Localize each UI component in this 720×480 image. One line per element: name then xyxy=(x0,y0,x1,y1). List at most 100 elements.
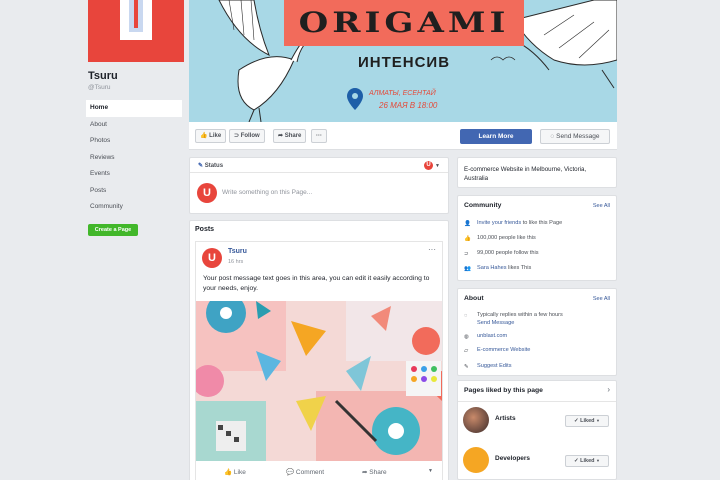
share-page-button[interactable]: ➦ Share xyxy=(273,129,307,143)
post-options-icon[interactable]: ··· xyxy=(428,245,436,254)
about-see-all[interactable]: See All xyxy=(593,296,610,302)
community-card: Community See All 👤 Invite your friends t… xyxy=(457,195,617,281)
origami-photo xyxy=(196,301,442,461)
messenger-icon: ◌ xyxy=(464,313,468,319)
post-avatar[interactable]: U xyxy=(202,248,222,268)
chevron-right-icon[interactable]: › xyxy=(607,385,610,394)
left-column: Tsuru @Tsuru Home About Photos Reviews E… xyxy=(0,0,190,480)
website-link[interactable]: unblast.com xyxy=(477,333,507,339)
cover-subtitle: ИНТЕНСИВ xyxy=(357,54,451,71)
status-input[interactable]: Write something on this Page... xyxy=(222,189,312,196)
cover-title: ORIGAMI xyxy=(298,6,510,40)
post-like-label: Like xyxy=(233,469,246,476)
cover-location: АЛМАТЫ, ЕСЕНТАЙ xyxy=(369,90,436,97)
about-send-message-link[interactable]: Send Message xyxy=(477,318,514,328)
liked-button[interactable]: ✓ Liked ▼ xyxy=(565,455,609,467)
page-name[interactable]: Tsuru xyxy=(88,70,118,82)
page-action-bar: 👍 Like ⊃ Follow ➦ Share ··· Learn More ◌… xyxy=(189,122,617,150)
about-card: About See All ◌ Typically replies within … xyxy=(457,288,617,376)
share-arrow-icon: ➦ xyxy=(362,469,368,476)
checkmark-icon: ✓ xyxy=(573,418,579,424)
nav-item-reviews[interactable]: Reviews xyxy=(86,150,182,167)
follow-label: Follow xyxy=(240,133,260,139)
category-link[interactable]: E-commerce Website xyxy=(477,347,530,353)
share-label: Share xyxy=(284,133,302,139)
page-nav: Home About Photos Reviews Events Posts C… xyxy=(86,100,182,216)
invite-friends-link[interactable]: Invite your friends xyxy=(477,220,521,226)
friend-likes-row: 👥 Sara Hahes likes This xyxy=(464,263,531,273)
liked-page-name[interactable]: Artists xyxy=(495,415,516,422)
composer-avatar: U xyxy=(197,183,217,203)
page-category-card: E-commerce Website in Melbourne, Victori… xyxy=(457,157,617,188)
likes-count-row: 👍 100,000 people like this xyxy=(464,233,536,243)
posts-heading: Posts xyxy=(195,226,215,233)
status-composer: ✎ Status U ▼ U Write something on this P… xyxy=(189,157,449,214)
messenger-icon: ◌ xyxy=(550,133,555,140)
chevron-down-icon: ▼ xyxy=(435,162,440,169)
send-message-button[interactable]: ◌ Send Message xyxy=(540,129,610,144)
website-row: ◍ unblast.com xyxy=(464,331,507,341)
friend-likes-text: likes This xyxy=(506,265,532,271)
small-avatar: U xyxy=(424,161,434,170)
pages-liked-card: Pages liked by this page › Artists ✓ Lik… xyxy=(457,380,617,480)
more-options-button[interactable]: ··· xyxy=(311,129,327,143)
checkmark-icon: ✓ xyxy=(573,458,579,464)
thumbs-up-icon: 👍 xyxy=(224,469,233,476)
friends-icon: 👥 xyxy=(464,266,471,272)
nav-item-photos[interactable]: Photos xyxy=(86,133,182,150)
cover-date: 26 МАЯ В 18:00 xyxy=(379,101,438,110)
post-timestamp[interactable]: 16 hrs xyxy=(228,259,243,265)
chevron-down-icon: ▼ xyxy=(596,458,600,463)
liked-page-name[interactable]: Developers xyxy=(495,455,530,462)
pencil-icon: ✎ xyxy=(464,364,469,370)
suggest-edits-link[interactable]: Suggest Edits xyxy=(477,363,512,369)
like-label: Like xyxy=(209,133,222,139)
category-row: ▱ E-commerce Website xyxy=(464,345,530,355)
pencil-icon: ✎ xyxy=(198,163,204,169)
create-page-button[interactable]: Create a Page xyxy=(88,224,138,236)
nav-item-about[interactable]: About xyxy=(86,117,182,134)
page-avatar-dropdown[interactable]: U ▼ xyxy=(424,161,440,170)
liked-page-item[interactable]: Artists ✓ Liked ▼ xyxy=(458,403,616,441)
nav-item-posts[interactable]: Posts xyxy=(86,183,182,200)
nav-item-community[interactable]: Community xyxy=(86,199,182,216)
like-page-button[interactable]: 👍 Like xyxy=(195,129,227,143)
status-tab[interactable]: ✎ Status U ▼ xyxy=(190,158,448,173)
liked-page-item[interactable]: Developers ✓ Liked ▼ xyxy=(458,443,616,480)
nav-item-events[interactable]: Events xyxy=(86,166,182,183)
community-see-all[interactable]: See All xyxy=(593,203,610,209)
thumbs-up-icon: 👍 xyxy=(464,236,471,242)
liked-button-label: Liked xyxy=(580,458,595,464)
comment-icon: 💬 xyxy=(286,469,295,476)
cover-photo[interactable]: ORIGAMI ИНТЕНСИВ АЛМАТЫ, ЕСЕНТАЙ 26 МАЯ … xyxy=(189,0,617,122)
rss-icon: ⊃ xyxy=(464,251,469,257)
thumbs-up-icon: 👍 xyxy=(200,133,208,139)
follow-button[interactable]: ⊃ Follow xyxy=(229,129,265,143)
artists-avatar xyxy=(463,407,489,433)
post-share-button[interactable]: ➦ Share xyxy=(362,468,387,476)
liked-button[interactable]: ✓ Liked ▼ xyxy=(565,415,609,427)
rss-icon: ⊃ xyxy=(234,133,240,139)
post-like-button[interactable]: 👍 Like xyxy=(224,468,246,476)
liked-button-label: Liked xyxy=(580,418,595,424)
nav-item-home[interactable]: Home xyxy=(86,100,182,117)
follows-count-row: ⊃ 99,000 people follow this xyxy=(464,248,539,258)
globe-icon: ◍ xyxy=(464,334,469,340)
chevron-down-icon[interactable]: ▼ xyxy=(428,468,433,474)
friend-name-link[interactable]: Sara Hahes xyxy=(477,265,507,271)
developers-avatar xyxy=(463,447,489,473)
post-author[interactable]: Tsuru xyxy=(228,248,247,255)
send-message-label: Send Message xyxy=(556,133,600,140)
posts-section: U Tsuru 16 hrs ··· Your post message tex… xyxy=(189,220,449,480)
invite-friends-icon: 👤 xyxy=(464,221,471,227)
profile-picture[interactable] xyxy=(88,0,184,62)
follows-count: 99,000 people follow this xyxy=(477,250,539,256)
invite-friends-text: to like this Page xyxy=(521,220,563,226)
post-comment-button[interactable]: 💬 Comment xyxy=(286,468,324,476)
post-actions: 👍 Like 💬 Comment ➦ Share ▼ xyxy=(196,464,442,480)
post-image[interactable] xyxy=(196,301,442,461)
chevron-down-icon: ▼ xyxy=(596,418,600,423)
share-arrow-icon: ➦ xyxy=(278,133,284,139)
learn-more-button[interactable]: Learn More xyxy=(460,129,532,144)
suggest-edits-row: ✎ Suggest Edits xyxy=(464,361,512,371)
